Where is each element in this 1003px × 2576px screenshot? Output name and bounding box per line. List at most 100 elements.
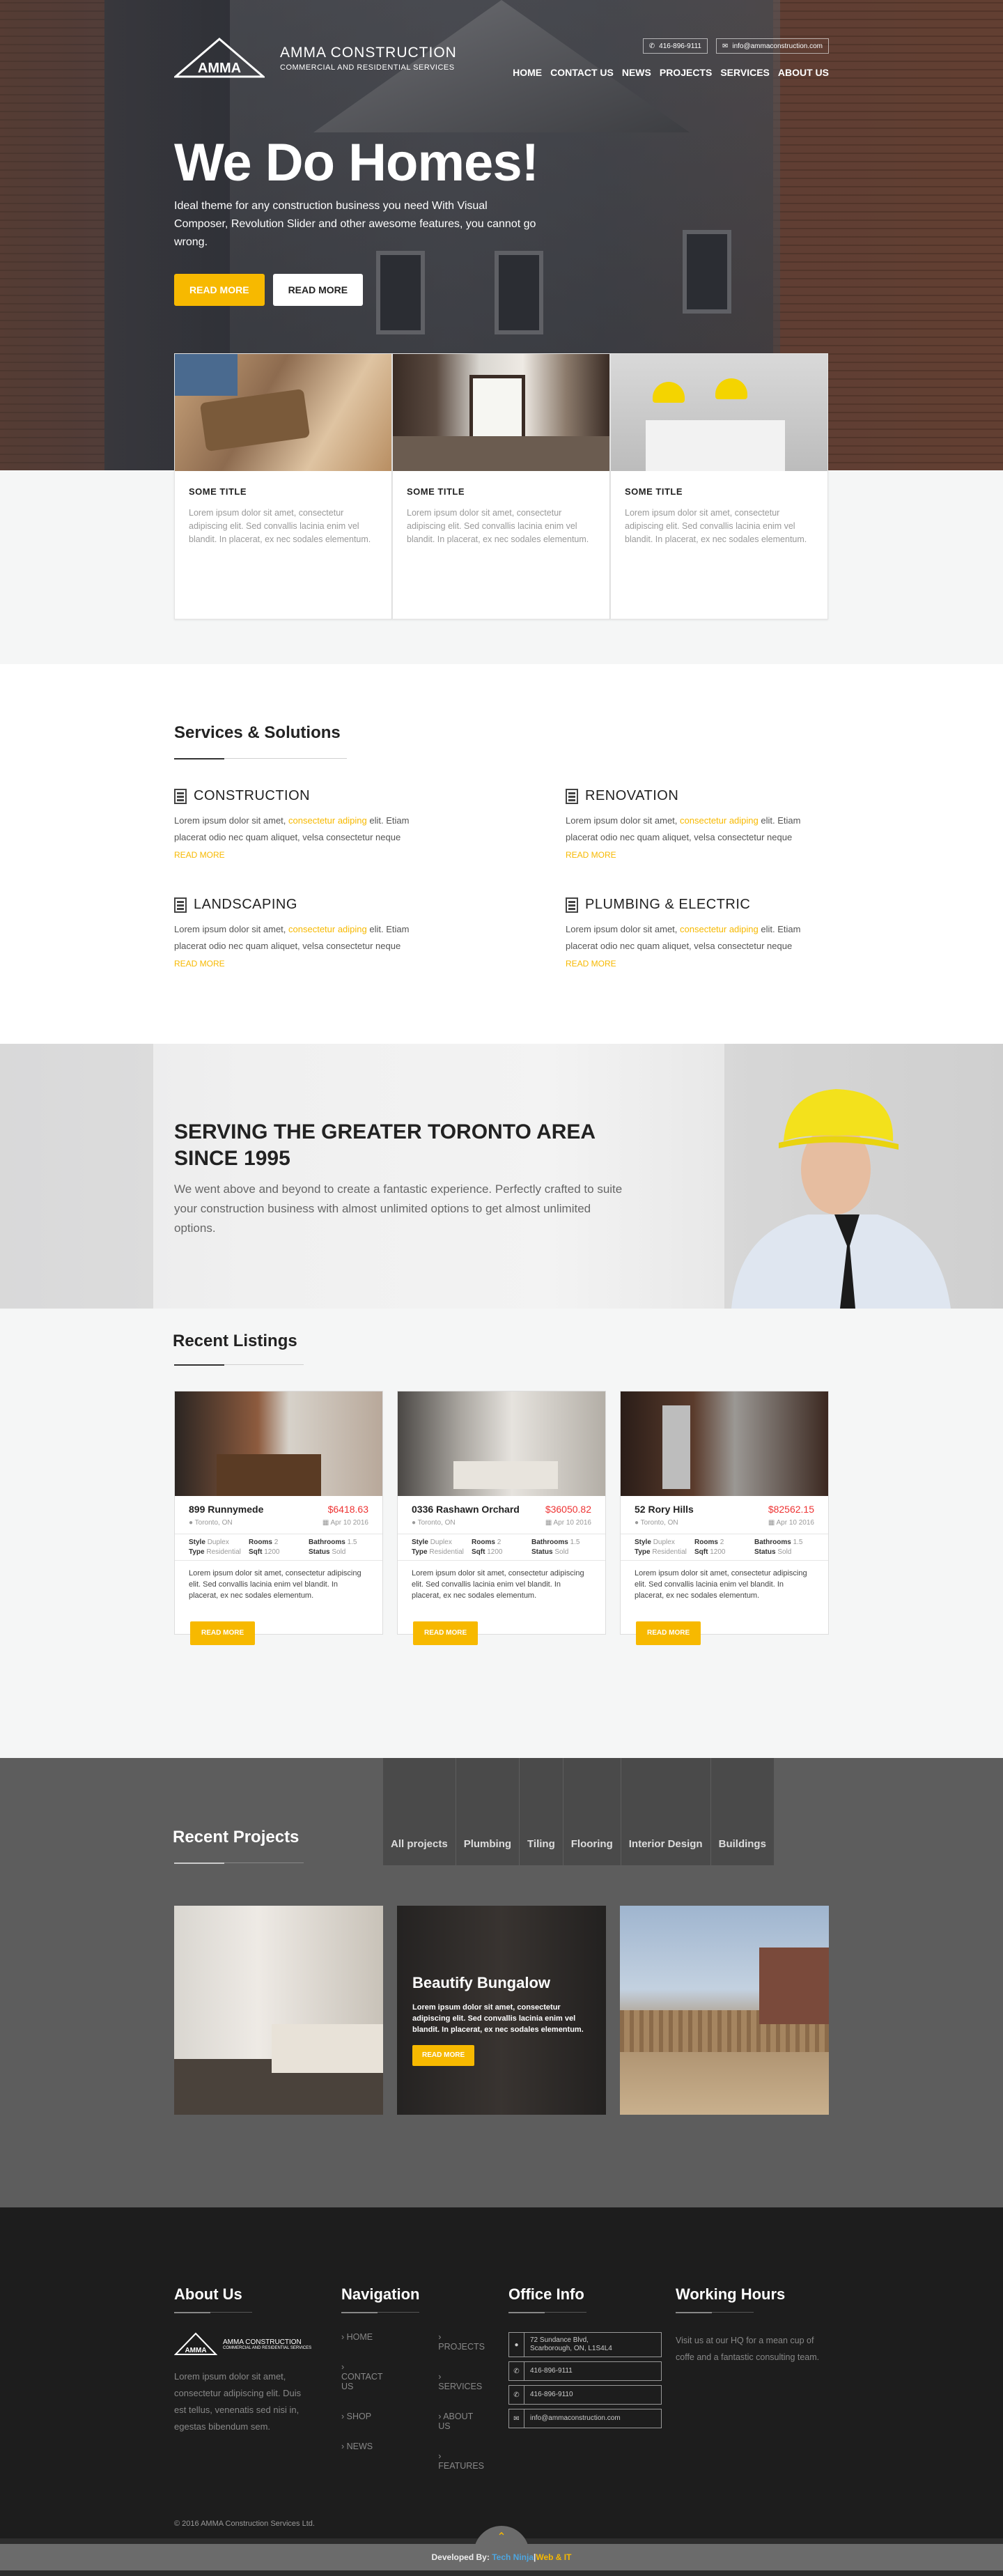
projects-section: Recent Projects All projects Plumbing Ti… (0, 1758, 1003, 2207)
listing-read-more-button[interactable]: READ MORE (413, 1621, 479, 1645)
phone-icon: ✆ (509, 2386, 524, 2404)
feature-card[interactable]: SOME TITLE Lorem ipsum dolor sit amet, c… (610, 353, 828, 619)
listing-location: ● Toronto, ON (635, 1519, 678, 1527)
tab-interior-design[interactable]: Interior Design (621, 1758, 711, 1865)
developed-by-label: Developed By: (431, 2552, 490, 2562)
office-phone-1[interactable]: ✆ 416-896-9111 (508, 2361, 662, 2381)
listing-price: $36050.82 (545, 1504, 591, 1515)
project-image-featured[interactable]: Beautify Bungalow Lorem ipsum dolor sit … (397, 1906, 606, 2115)
nav-contact-us[interactable]: CONTACT US (550, 67, 614, 78)
title-underline (174, 758, 347, 759)
copyright: © 2016 AMMA Construction Services Ltd. (174, 2520, 315, 2528)
house-window (376, 251, 425, 334)
brand-tagline: COMMERCIAL AND RESIDENTIAL SERVICES (280, 63, 455, 72)
footer-nav-title: Navigation (341, 2285, 420, 2303)
footer-about-text: Lorem ipsum dolor sit amet, consectetur … (174, 2371, 302, 2432)
feature-text: Lorem ipsum dolor sit amet, consectetur … (625, 508, 807, 544)
building-icon (174, 788, 187, 804)
kitchen-image (393, 354, 609, 471)
footer-link-shop[interactable]: › SHOP (341, 2412, 382, 2421)
listing-read-more-button[interactable]: READ MORE (190, 1621, 256, 1645)
tab-all-projects[interactable]: All projects (383, 1758, 456, 1865)
footer-link-projects[interactable]: › PROJECTS (438, 2332, 485, 2352)
service-read-more-link[interactable]: READ MORE (566, 959, 830, 969)
feature-text: Lorem ipsum dolor sit amet, consectetur … (407, 508, 589, 544)
hero-read-more-button[interactable]: READ MORE (174, 274, 265, 306)
feature-card[interactable]: SOME TITLE Lorem ipsum dolor sit amet, c… (392, 353, 610, 619)
listing-name: 52 Rory Hills (635, 1504, 694, 1515)
tools-image (175, 354, 391, 471)
footer-logo[interactable]: AMMA AMMA CONSTRUCTION COMMERCIAL AND RES… (174, 2332, 313, 2356)
listing-read-more-button[interactable]: READ MORE (636, 1621, 701, 1645)
service-read-more-link[interactable]: READ MORE (174, 850, 439, 860)
nav-home[interactable]: HOME (513, 67, 542, 78)
project-image[interactable] (174, 1906, 383, 2115)
service-text: Lorem ipsum dolor sit amet, consectetur … (174, 924, 410, 951)
footer-link-about-us[interactable]: › ABOUT US (438, 2412, 485, 2431)
developer-link-1[interactable]: Tech Ninja (492, 2552, 534, 2562)
service-text: Lorem ipsum dolor sit amet, consectetur … (174, 815, 410, 842)
services-title: Services & Solutions (174, 723, 341, 742)
hero-text: Ideal theme for any construction busines… (174, 200, 536, 248)
title-underline (174, 1364, 304, 1366)
nav-services[interactable]: SERVICES (720, 67, 770, 78)
footer-link-services[interactable]: › SERVICES (438, 2372, 485, 2391)
project-overlay: Beautify Bungalow Lorem ipsum dolor sit … (397, 1906, 606, 2115)
nav-projects[interactable]: PROJECTS (660, 67, 712, 78)
office-address: ● 72 Sundance Blvd, Scarborough, ON, L1S4L… (508, 2332, 662, 2357)
listing-date: ▦ Apr 10 2016 (322, 1519, 368, 1527)
service-read-more-link[interactable]: READ MORE (566, 850, 830, 860)
listing-name: 0336 Rashawn Orchard (412, 1504, 520, 1515)
tab-tiling[interactable]: Tiling (520, 1758, 563, 1865)
footer-link-news[interactable]: › NEWS (341, 2442, 382, 2451)
tab-plumbing[interactable]: Plumbing (456, 1758, 520, 1865)
site-logo[interactable]: AMMA AMMA CONSTRUCTION COMMERCIAL AND RE… (174, 38, 457, 78)
tab-flooring[interactable]: Flooring (563, 1758, 621, 1865)
brick-wall-left (0, 0, 104, 470)
listing-card[interactable]: 0336 Rashawn Orchard $36050.82 ● Toronto,… (397, 1391, 606, 1645)
topbar-phone[interactable]: ✆ 416-896-9111 (642, 38, 708, 54)
house-window (683, 230, 731, 314)
developer-link-2[interactable]: Web & IT (536, 2552, 571, 2562)
listing-card[interactable]: 899 Runnymede $6418.63 ● Toronto, ON ▦ Apr… (174, 1391, 383, 1645)
feature-card[interactable]: SOME TITLE Lorem ipsum dolor sit amet, c… (174, 353, 392, 619)
listing-card[interactable]: 52 Rory Hills $82562.15 ● Toronto, ON ▦ Ap… (620, 1391, 829, 1645)
footer-link-home[interactable]: › HOME (341, 2332, 382, 2342)
feature-title: SOME TITLE (189, 486, 247, 497)
features-section: SOME TITLE Lorem ipsum dolor sit amet, c… (0, 353, 1003, 664)
topbar-email[interactable]: ✉ info@ammaconstruction.com (715, 38, 829, 54)
listing-image (175, 1391, 382, 1496)
listing-date: ▦ Apr 10 2016 (768, 1519, 814, 1527)
nav-news[interactable]: NEWS (622, 67, 651, 78)
footer-office-title: Office Info (508, 2285, 584, 2303)
services-section: Services & Solutions CONSTRUCTION Lorem … (0, 664, 1003, 1044)
map-pin-icon: ● (189, 1519, 194, 1527)
project-image[interactable] (620, 1906, 829, 2115)
listing-stats: Style Duplex Rooms 2 Bathrooms 1.5 Type … (398, 1534, 605, 1561)
footer-about-title: About Us (174, 2285, 242, 2303)
service-landscaping: LANDSCAPING Lorem ipsum dolor sit amet, … (174, 897, 439, 969)
hero-title: We Do Homes! (174, 133, 539, 192)
calendar-icon: ▦ (545, 1519, 552, 1527)
logo-house-icon: AMMA (174, 2332, 217, 2355)
calendar-icon: ▦ (768, 1519, 775, 1527)
listing-description: Lorem ipsum dolor sit amet, consectetur … (189, 1569, 361, 1600)
hero-read-more-secondary-button[interactable]: READ MORE (272, 274, 364, 306)
project-read-more-button[interactable]: READ MORE (412, 2045, 475, 2066)
office-email[interactable]: ✉ info@ammaconstruction.com (508, 2409, 662, 2428)
phone-icon: ✆ (509, 2362, 524, 2380)
service-renovation: RENOVATION Lorem ipsum dolor sit amet, c… (566, 788, 830, 860)
map-pin-icon: ● (635, 1519, 639, 1527)
serving-title: SERVING THE GREATER TORONTO AREA SINCE 1… (174, 1120, 595, 1170)
title-underline (174, 1862, 304, 1864)
main-nav: HOME CONTACT US NEWS PROJECTS SERVICES A… (513, 67, 829, 78)
office-phone-2[interactable]: ✆ 416-896-9110 (508, 2385, 662, 2405)
tab-buildings[interactable]: Buildings (711, 1758, 774, 1865)
service-title: RENOVATION (585, 788, 679, 803)
footer-link-features[interactable]: › FEATURES (438, 2451, 485, 2471)
footer-link-contact-us[interactable]: › CONTACT US (341, 2362, 382, 2391)
nav-about-us[interactable]: ABOUT US (778, 67, 829, 78)
feature-title: SOME TITLE (625, 486, 683, 497)
service-read-more-link[interactable]: READ MORE (174, 959, 439, 969)
mail-icon: ✉ (722, 42, 729, 50)
